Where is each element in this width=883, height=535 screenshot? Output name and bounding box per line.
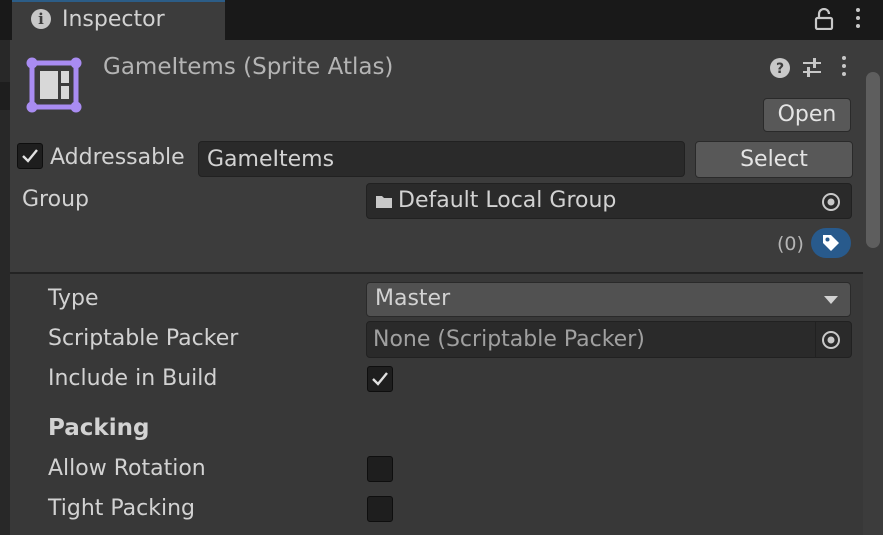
- checkmark-icon: [372, 372, 388, 386]
- preset-sliders-icon[interactable]: [801, 57, 823, 83]
- picker-separator: [815, 322, 816, 357]
- type-value: Master: [375, 286, 451, 311]
- tag-icon: [823, 235, 839, 251]
- select-button[interactable]: Select: [695, 141, 853, 178]
- object-picker-icon[interactable]: [821, 192, 841, 212]
- info-icon: i: [31, 9, 51, 29]
- lock-icon[interactable]: [814, 7, 834, 34]
- labels-button[interactable]: [811, 228, 851, 258]
- group-field[interactable]: Default Local Group: [366, 183, 852, 219]
- component-menu-icon[interactable]: [842, 56, 846, 80]
- header-divider: [10, 272, 863, 274]
- dropdown-arrow-icon: [824, 296, 838, 304]
- address-field[interactable]: GameItems: [198, 141, 685, 177]
- kebab-menu-icon[interactable]: [856, 8, 860, 32]
- scrollbar-thumb[interactable]: [866, 72, 880, 248]
- scriptable-packer-label: Scriptable Packer: [48, 326, 239, 351]
- sprite-atlas-icon: [26, 57, 82, 117]
- scriptable-packer-value: None (Scriptable Packer): [373, 327, 645, 352]
- group-value: Default Local Group: [398, 188, 617, 213]
- checkmark-icon: [22, 149, 38, 163]
- include-in-build-checkbox[interactable]: [367, 366, 393, 392]
- tab-label: Inspector: [62, 7, 165, 32]
- tight-packing-label: Tight Packing: [48, 496, 196, 521]
- include-in-build-label: Include in Build: [48, 366, 218, 391]
- addressable-checkbox[interactable]: [17, 143, 43, 169]
- type-label: Type: [48, 286, 99, 311]
- folder-icon: [376, 196, 392, 208]
- open-button[interactable]: Open: [763, 98, 851, 132]
- labels-count: (0): [777, 233, 804, 255]
- addressable-label: Addressable: [50, 145, 185, 170]
- tight-packing-checkbox[interactable]: [367, 496, 393, 522]
- allow-rotation-label: Allow Rotation: [48, 456, 206, 481]
- left-window-edge-segment: [0, 82, 10, 110]
- svg-text:?: ?: [776, 61, 784, 77]
- type-dropdown[interactable]: Master: [366, 282, 851, 317]
- object-picker-icon[interactable]: [821, 330, 841, 350]
- scriptable-packer-field[interactable]: None (Scriptable Packer): [366, 321, 852, 358]
- asset-title: GameItems (Sprite Atlas): [103, 54, 394, 80]
- allow-rotation-checkbox[interactable]: [367, 456, 393, 482]
- help-icon[interactable]: ?: [769, 57, 791, 83]
- left-window-edge: [0, 40, 10, 535]
- group-label: Group: [22, 187, 89, 212]
- packing-heading: Packing: [48, 415, 150, 441]
